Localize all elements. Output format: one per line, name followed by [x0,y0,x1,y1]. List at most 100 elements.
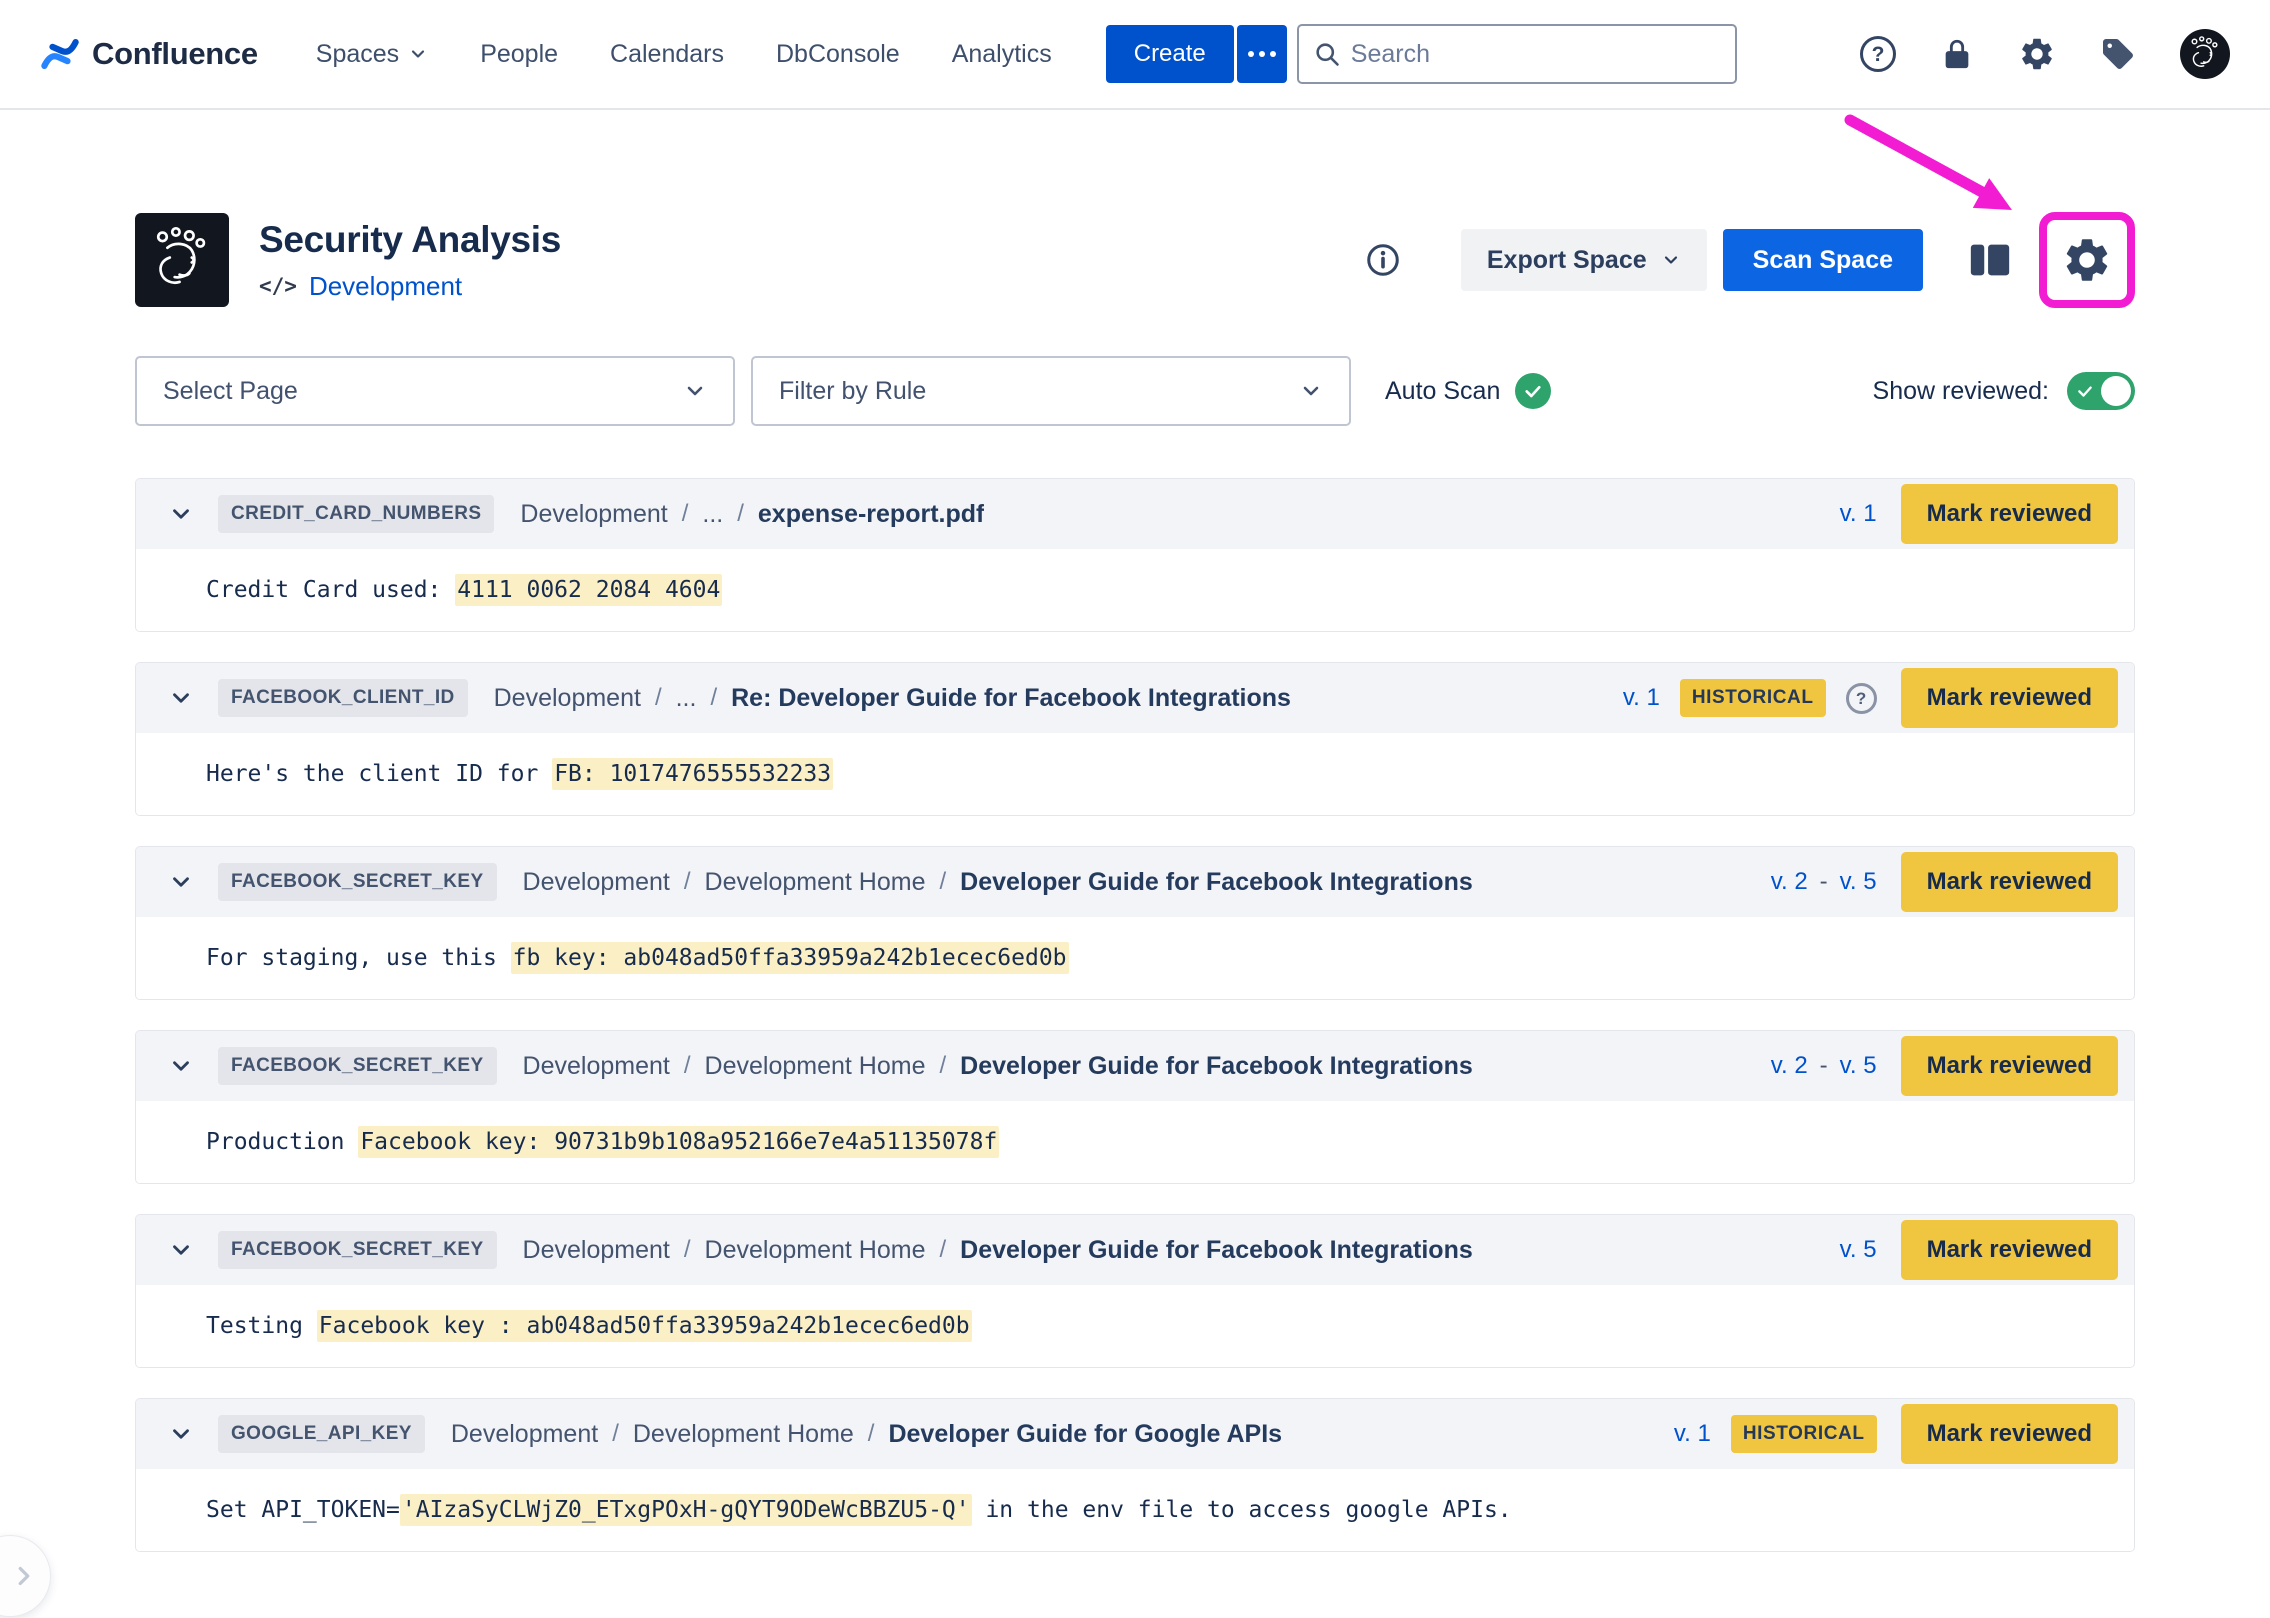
breadcrumb-item-page[interactable]: Developer Guide for Facebook Integration… [960,1052,1473,1081]
settings-nav-button[interactable] [2018,35,2056,73]
breadcrumb-item[interactable]: Development Home [633,1420,854,1449]
version-range: v. 1 [1623,684,1660,712]
finding-actions: v. 1 HISTORICAL Mark reviewed [1674,1404,2118,1464]
finding-header[interactable]: FACEBOOK_SECRET_KEY Development / Develo… [136,1215,2134,1285]
filter-rule-dropdown[interactable]: Filter by Rule [751,356,1351,426]
nav-item-spaces[interactable]: Spaces [316,40,428,69]
breadcrumb-item[interactable]: Development [520,500,667,529]
snippet-highlight: Facebook key: 90731b9b108a952166e7e4a511… [358,1126,999,1158]
breadcrumb-item[interactable]: Development [523,1052,670,1081]
chevron-down-icon [168,685,194,711]
space-link[interactable]: Development [309,271,462,302]
breadcrumb-item[interactable]: Development Home [705,1052,926,1081]
show-reviewed-toggle[interactable] [2067,372,2135,410]
finding-snippet: For staging, use this fb key: ab048ad50f… [136,917,2134,999]
mark-reviewed-button[interactable]: Mark reviewed [1901,668,2118,728]
auto-scan-label: Auto Scan [1385,377,1500,406]
finding-snippet: Testing Facebook key : ab048ad50ffa33959… [136,1285,2134,1367]
breadcrumb-item-page[interactable]: Developer Guide for Facebook Integration… [960,1236,1473,1265]
title-block: Security Analysis </> Development [259,219,561,302]
confluence-mark-icon [40,34,80,74]
version-link[interactable]: v. 5 [1840,868,1877,896]
admin-lock-button[interactable] [1940,37,1974,71]
confluence-logo[interactable]: Confluence [40,34,258,74]
rule-badge: FACEBOOK_SECRET_KEY [218,1047,497,1085]
collapse-button[interactable] [168,869,194,895]
export-space-label: Export Space [1487,246,1647,275]
version-link[interactable]: v. 1 [1623,684,1660,712]
finding-snippet: Production Facebook key: 90731b9b108a952… [136,1101,2134,1183]
breadcrumb-item[interactable]: Development [451,1420,598,1449]
brand-name: Confluence [92,36,258,72]
snippet-text: Set API_TOKEN= [206,1497,400,1523]
create-overflow-button[interactable] [1237,25,1287,83]
finding-header[interactable]: FACEBOOK_SECRET_KEY Development / Develo… [136,847,2134,917]
breadcrumb-item-page[interactable]: Re: Developer Guide for Facebook Integra… [731,684,1291,713]
panel-layout-button[interactable] [1967,237,2013,283]
breadcrumb-item[interactable]: Development Home [705,868,926,897]
version-link[interactable]: v. 1 [1840,500,1877,528]
version-range: v. 1 [1840,500,1877,528]
finding-header[interactable]: GOOGLE_API_KEY Development / Development… [136,1399,2134,1469]
nav-item-people[interactable]: People [480,40,558,69]
collapse-button[interactable] [168,1053,194,1079]
collapse-button[interactable] [168,501,194,527]
breadcrumb-item[interactable]: Development [523,868,670,897]
breadcrumb-item[interactable]: Development Home [705,1236,926,1265]
breadcrumb-item-page[interactable]: Developer Guide for Facebook Integration… [960,868,1473,897]
filters-bar: Select Page Filter by Rule Auto Scan Sho… [135,356,2135,426]
check-icon [2076,382,2094,400]
drawer-expand-button[interactable] [0,1536,50,1616]
mark-reviewed-button[interactable]: Mark reviewed [1901,1220,2118,1280]
version-link[interactable]: v. 2 [1771,868,1808,896]
chevron-down-icon [168,501,194,527]
collapse-button[interactable] [168,1237,194,1263]
finding-actions: v. 5 Mark reviewed [1840,1220,2118,1280]
page-title: Security Analysis [259,219,561,261]
finding-header[interactable]: FACEBOOK_SECRET_KEY Development / Develo… [136,1031,2134,1101]
mark-reviewed-button[interactable]: Mark reviewed [1901,852,2118,912]
scan-space-button[interactable]: Scan Space [1723,229,1923,291]
breadcrumb-separator: / [710,684,717,712]
nav-icon-cluster: ? [1860,29,2230,79]
collapse-button[interactable] [168,685,194,711]
breadcrumb-separator: / [684,868,691,896]
breadcrumb-item-page[interactable]: expense-report.pdf [758,500,984,529]
collapse-button[interactable] [168,1421,194,1447]
space-settings-button[interactable] [2061,234,2113,286]
help-button[interactable]: ? [1860,36,1896,72]
breadcrumb-item-page[interactable]: Developer Guide for Google APIs [888,1420,1282,1449]
finding-card: FACEBOOK_SECRET_KEY Development / Develo… [135,846,2135,1000]
breadcrumb-item[interactable]: Development [494,684,641,713]
finding-header[interactable]: FACEBOOK_CLIENT_ID Development / ... / R… [136,663,2134,733]
mark-reviewed-button[interactable]: Mark reviewed [1901,484,2118,544]
version-link[interactable]: v. 1 [1674,1420,1711,1448]
create-button[interactable]: Create [1106,25,1234,83]
search-input[interactable] [1351,40,1721,69]
info-icon[interactable] [1365,242,1401,278]
breadcrumb-separator: / [655,684,662,712]
mark-reviewed-button[interactable]: Mark reviewed [1901,1036,2118,1096]
finding-header[interactable]: CREDIT_CARD_NUMBERS Development / ... / … [136,479,2134,549]
breadcrumb-item[interactable]: ... [702,500,723,529]
historical-help-icon[interactable]: ? [1846,683,1877,714]
export-space-button[interactable]: Export Space [1461,229,1707,291]
breadcrumb-item[interactable]: Development [523,1236,670,1265]
nav-item-dbconsole[interactable]: DbConsole [776,40,900,69]
search-box[interactable] [1297,24,1737,84]
finding-snippet: Set API_TOKEN='AIzaSyCLWjZ0_ETxgPOxH-gQY… [136,1469,2134,1551]
rule-badge: CREDIT_CARD_NUMBERS [218,495,494,533]
label-button[interactable] [2100,36,2136,72]
nav-item-calendars[interactable]: Calendars [610,40,724,69]
version-link[interactable]: v. 5 [1840,1052,1877,1080]
rule-badge: FACEBOOK_CLIENT_ID [218,679,468,717]
avatar-face-icon [2184,33,2226,75]
mark-reviewed-button[interactable]: Mark reviewed [1901,1404,2118,1464]
version-range: v. 2 - v. 5 [1771,1052,1877,1080]
select-page-dropdown[interactable]: Select Page [135,356,735,426]
user-avatar[interactable] [2180,29,2230,79]
nav-item-analytics[interactable]: Analytics [952,40,1052,69]
version-link[interactable]: v. 5 [1840,1236,1877,1264]
version-link[interactable]: v. 2 [1771,1052,1808,1080]
breadcrumb-item[interactable]: ... [676,684,697,713]
